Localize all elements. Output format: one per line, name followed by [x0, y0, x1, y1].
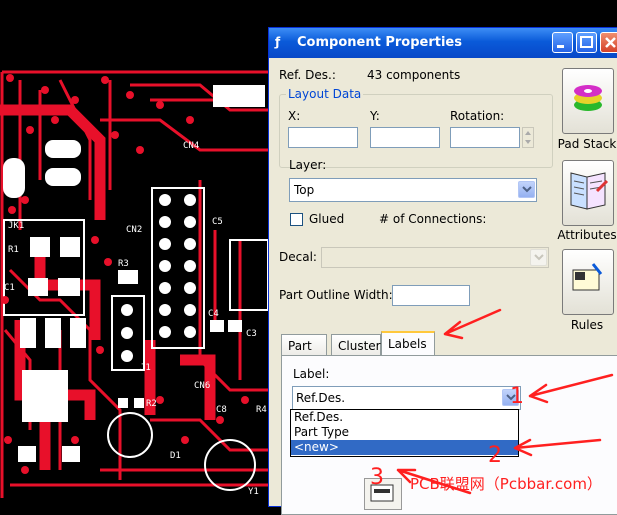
annotation-arrows — [396, 308, 614, 495]
annotation-mark-2: 2 — [488, 443, 502, 468]
watermark-text: PCB联盟网（Pcbbar.com） — [410, 475, 602, 493]
annotation-mark-3: 3 — [370, 465, 384, 490]
annotation-mark-1: 1 — [510, 384, 524, 409]
